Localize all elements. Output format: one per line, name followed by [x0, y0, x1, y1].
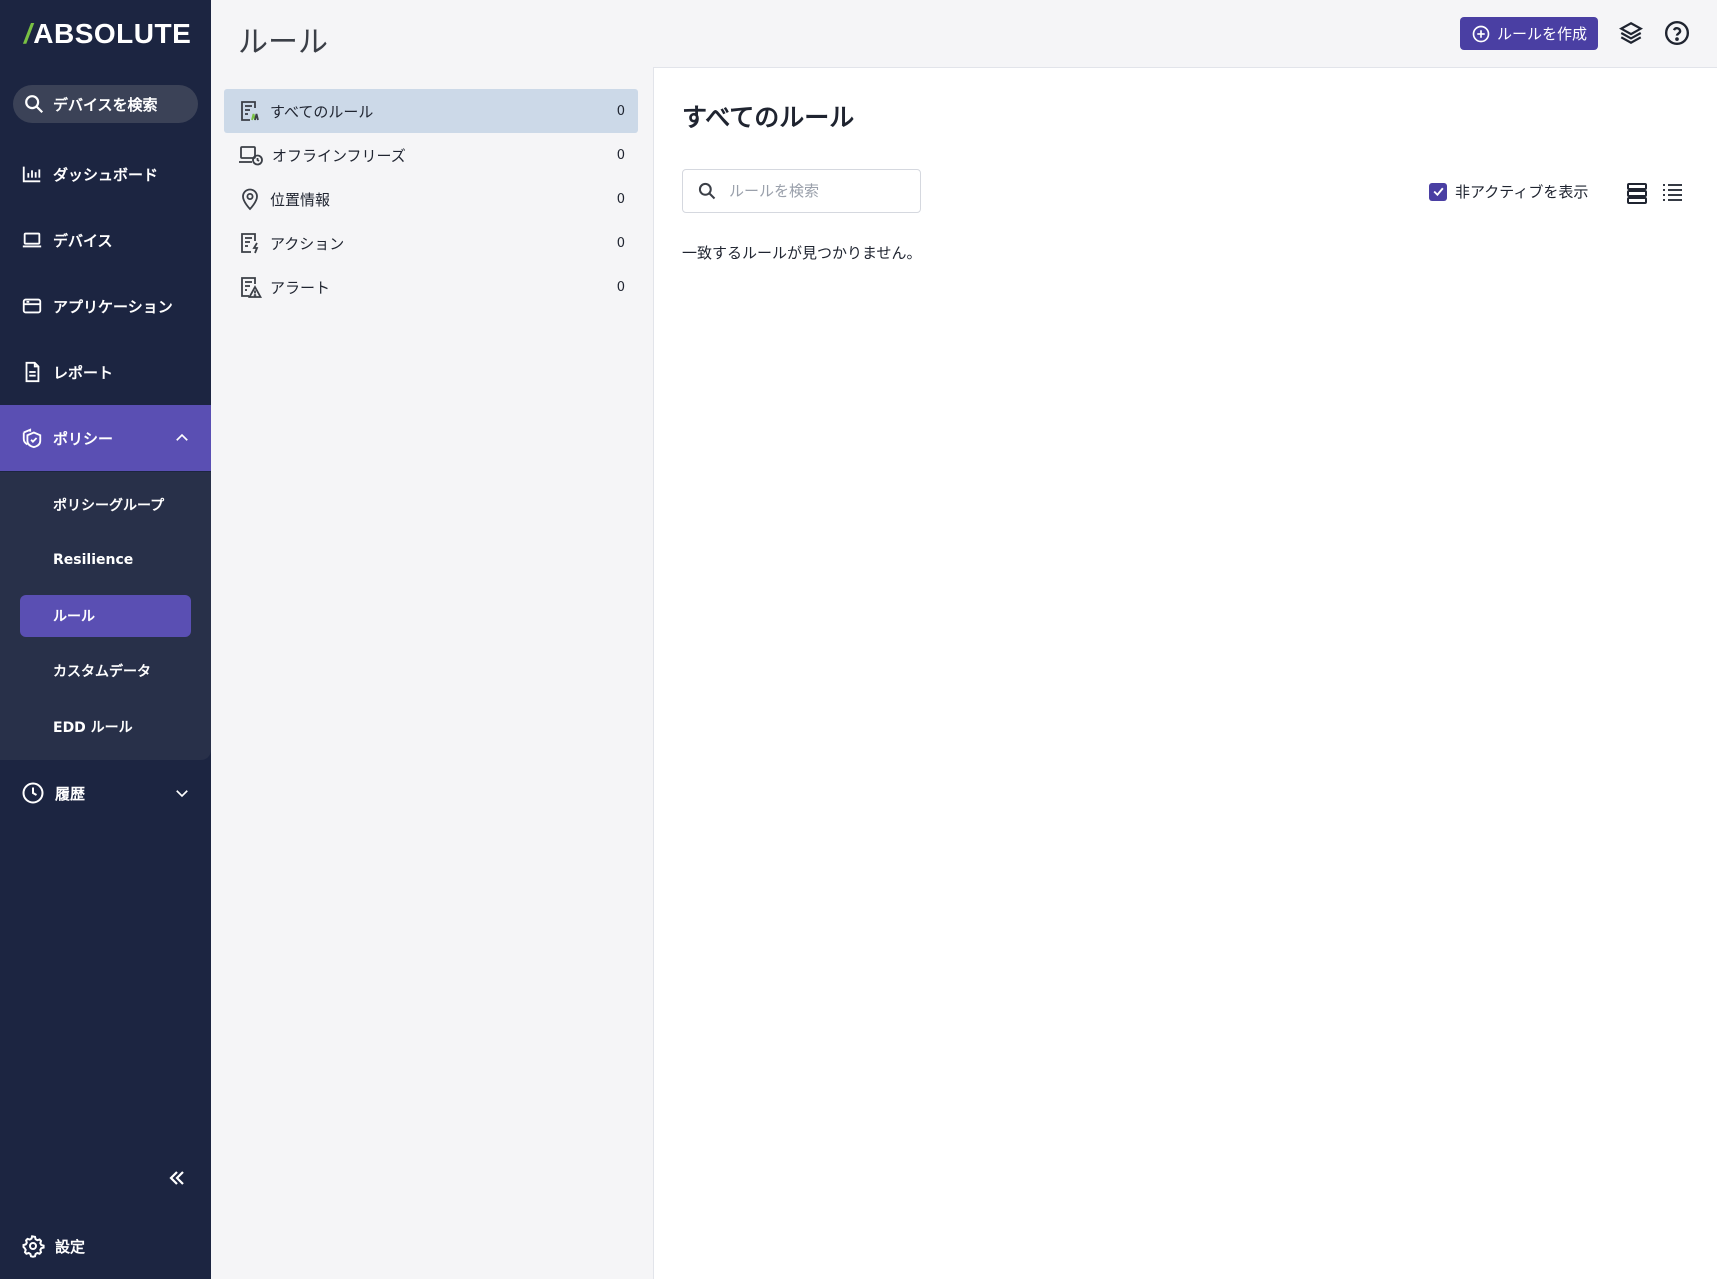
category-alerts-label: アラート: [270, 278, 331, 297]
category-all-rules-label: すべてのルール: [270, 102, 374, 121]
nav-reports[interactable]: レポート: [0, 339, 211, 405]
shield-icon: [22, 428, 42, 449]
device-search-button[interactable]: デバイスを検索: [13, 85, 198, 123]
create-rule-label: ルールを作成: [1496, 25, 1587, 43]
rule-search-input[interactable]: [729, 182, 899, 200]
nav-policies[interactable]: ポリシー: [0, 405, 211, 471]
submenu-edd-rules-label: EDD ルール: [53, 720, 133, 736]
category-all-rules[interactable]: すべてのルール 0: [224, 89, 638, 133]
submenu-custom-data-label: カスタムデータ: [53, 664, 151, 680]
category-actions-count: 0: [616, 235, 625, 251]
category-all-rules-count: 0: [616, 103, 625, 119]
submenu-edd-rules[interactable]: EDD ルール: [20, 706, 191, 748]
category-actions-label: アクション: [270, 234, 345, 253]
plus-circle-icon: [1472, 25, 1490, 42]
nav-history[interactable]: 履歴: [0, 760, 211, 826]
action-icon: [241, 233, 259, 254]
create-rule-button[interactable]: ルールを作成: [1460, 17, 1598, 50]
show-inactive-toggle[interactable]: 非アクティブを表示: [1429, 181, 1588, 202]
report-icon: [25, 361, 40, 383]
category-location-label: 位置情報: [270, 190, 331, 209]
category-alerts-count: 0: [616, 279, 625, 295]
submenu-policy-groups[interactable]: ポリシーグループ: [20, 484, 191, 526]
location-pin-icon: [242, 188, 258, 211]
list-view-icon[interactable]: [1660, 181, 1684, 205]
nav-policies-label: ポリシー: [53, 429, 114, 448]
offline-freeze-icon: [239, 146, 263, 166]
page-title: ルール: [238, 25, 328, 60]
absolute-logo[interactable]: / ABSOLUTE: [24, 18, 191, 50]
nav-settings-label: 設定: [55, 1237, 86, 1256]
help-icon[interactable]: [1664, 20, 1690, 46]
category-location[interactable]: 位置情報 0: [224, 177, 638, 221]
logo-text: ABSOLUTE: [33, 18, 192, 49]
all-rules-icon: [241, 101, 259, 121]
card-view-icon[interactable]: [1625, 181, 1649, 205]
search-icon: [25, 95, 44, 114]
panel-title: すべてのルール: [682, 103, 855, 132]
logo-slash: /: [24, 18, 33, 49]
nav-devices[interactable]: デバイス: [0, 207, 211, 273]
nav-history-label: 履歴: [55, 784, 86, 803]
rule-search-box[interactable]: [682, 169, 921, 213]
laptop-icon: [22, 232, 42, 248]
device-search-label: デバイスを検索: [53, 95, 158, 114]
gear-icon: [22, 1235, 45, 1258]
nav-devices-label: デバイス: [53, 231, 113, 250]
show-inactive-label: 非アクティブを表示: [1455, 183, 1589, 201]
category-offline-freeze-label: オフラインフリーズ: [272, 146, 406, 165]
category-alerts[interactable]: アラート 0: [224, 265, 638, 309]
category-location-count: 0: [616, 191, 625, 207]
sidebar: / ABSOLUTE デバイスを検索 ダッシュボード デバイス アプリケーション…: [0, 0, 211, 1279]
bar-chart-icon: [22, 166, 41, 183]
clock-icon: [22, 782, 44, 804]
nav-reports-label: レポート: [53, 363, 114, 382]
alert-icon: [241, 277, 262, 298]
category-offline-freeze[interactable]: オフラインフリーズ 0: [224, 133, 638, 177]
submenu-policy-groups-label: ポリシーグループ: [53, 498, 165, 514]
category-actions[interactable]: アクション 0: [224, 221, 638, 265]
rules-panel: すべてのルール 非アクティブを表示 一致するルールが見つかりません。: [653, 67, 1717, 1279]
submenu-rules-label: ルール: [53, 609, 95, 625]
search-icon: [698, 182, 716, 200]
nav-dashboard-label: ダッシュボード: [53, 165, 159, 184]
show-inactive-checkbox[interactable]: [1429, 182, 1447, 201]
category-offline-freeze-count: 0: [616, 147, 625, 163]
submenu-rules[interactable]: ルール: [20, 595, 191, 637]
collapse-sidebar-icon[interactable]: [165, 1166, 189, 1190]
policy-submenu: ポリシーグループ Resilience ルール カスタムデータ EDD ルール: [0, 472, 211, 760]
submenu-resilience-label: Resilience: [53, 552, 134, 568]
nav-applications[interactable]: アプリケーション: [0, 273, 211, 339]
chevron-up-icon[interactable]: [173, 429, 191, 447]
layers-icon[interactable]: [1618, 20, 1644, 46]
nav-dashboard[interactable]: ダッシュボード: [0, 141, 211, 207]
nav-settings[interactable]: 設定: [0, 1213, 211, 1279]
submenu-resilience[interactable]: Resilience: [20, 539, 191, 581]
check-icon: [1432, 187, 1444, 197]
app-window-icon: [22, 298, 42, 314]
empty-results-message: 一致するルールが見つかりません。: [682, 244, 922, 262]
chevron-down-icon[interactable]: [173, 784, 191, 802]
submenu-custom-data[interactable]: カスタムデータ: [20, 650, 191, 692]
nav-applications-label: アプリケーション: [53, 297, 173, 316]
